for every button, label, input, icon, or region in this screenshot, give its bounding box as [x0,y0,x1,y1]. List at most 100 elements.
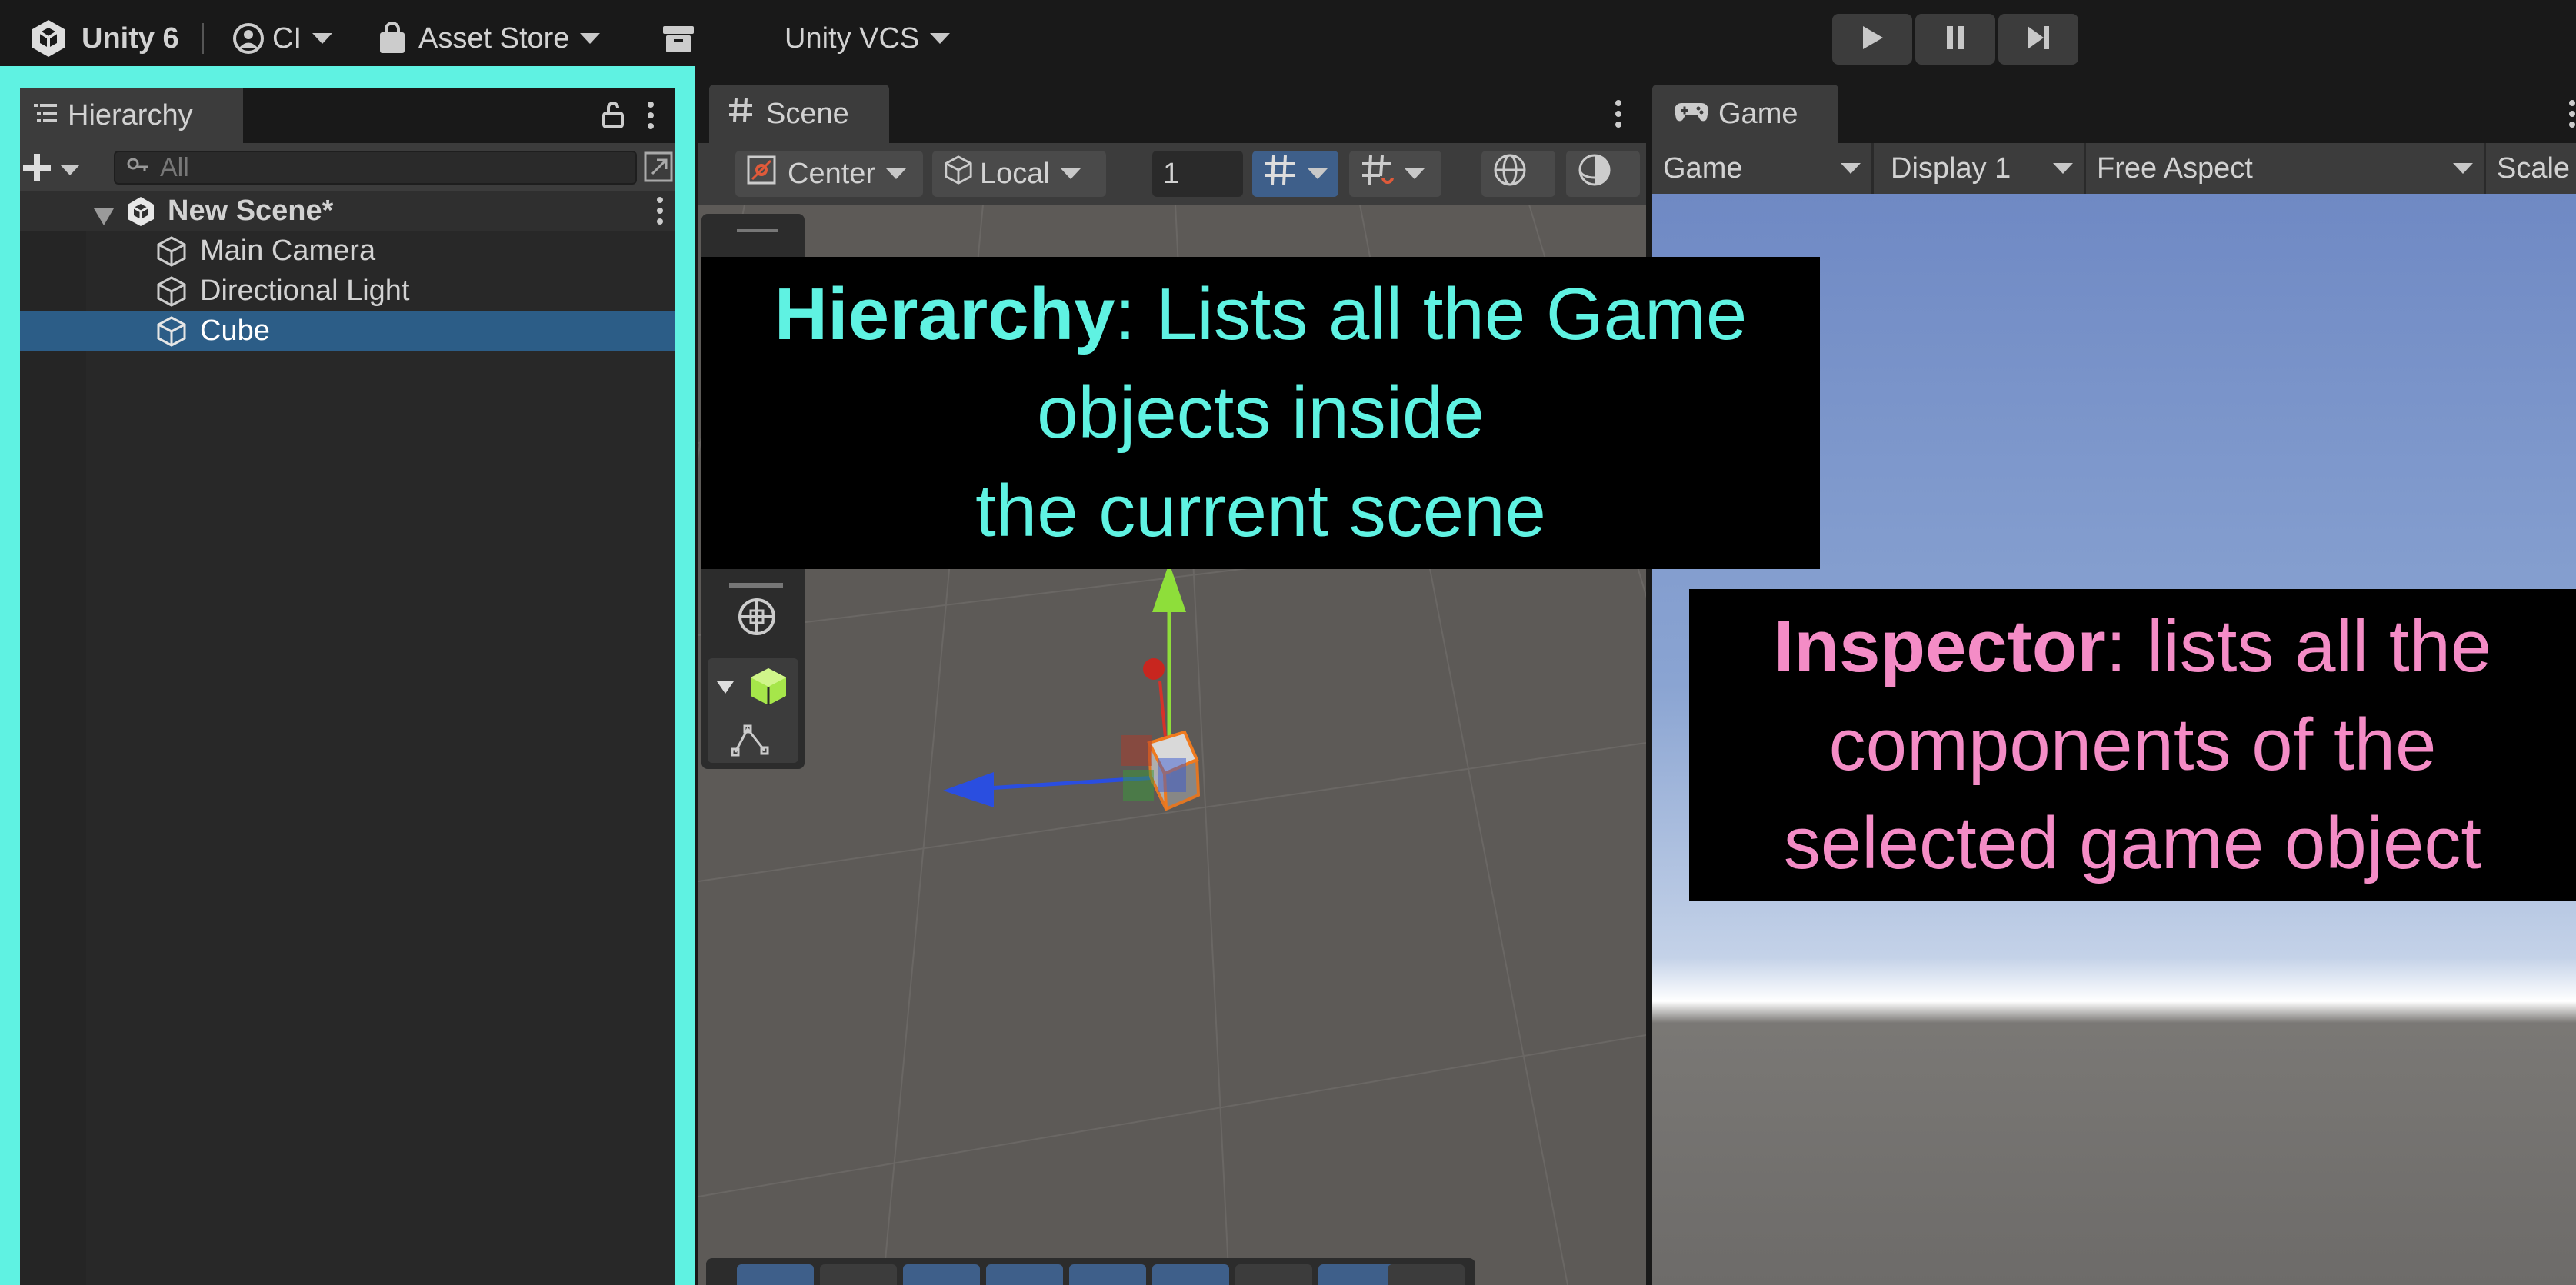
hierarchy-tab-label: Hierarchy [68,98,193,131]
shading-mode-button[interactable] [1566,151,1640,197]
vcs-label: Unity VCS [785,22,920,55]
cube-outline-icon [943,155,974,193]
edit-path-icon[interactable] [731,721,769,761]
kebab-menu-icon[interactable] [646,100,655,135]
step-icon [2025,25,2051,55]
hierarchy-panel: Hierarchy All New Scene* Main Camera Dir… [20,88,675,1285]
hierarchy-callout-line1: : Lists all the Game [1115,273,1748,355]
tab-hierarchy[interactable]: Hierarchy [20,88,243,143]
hierarchy-callout-line3: the current scene [975,470,1546,552]
pivot-rotation-dropdown[interactable]: Local [932,151,1106,197]
asset-store-label: Asset Store [418,22,570,55]
chevron-down-icon [1060,168,1081,179]
asset-store-dropdown[interactable]: Asset Store [377,17,601,60]
audio-tool-button[interactable] [1235,1264,1312,1285]
scene-bottom-toolbar [706,1258,1475,1285]
object-label: Directional Light [200,274,410,307]
chevron-down-icon [1841,163,1861,174]
orbit-tool-button[interactable] [1069,1264,1146,1285]
game-view-mode-dropdown[interactable]: Game [1652,143,1874,194]
archive-icon [661,23,695,54]
grid-visibility-button[interactable] [1252,151,1338,197]
inspector-callout: Inspector: lists all the components of t… [1689,589,2576,901]
scale-slider[interactable]: Scale [2486,143,2576,194]
drag-handle[interactable] [737,229,778,232]
camera-tool-button[interactable] [1388,1264,1465,1285]
kebab-menu-icon[interactable] [1614,98,1623,133]
hierarchy-tree: New Scene* Main Camera Directional Light… [20,191,675,351]
search-placeholder: All [160,152,189,182]
kebab-menu-icon[interactable] [2568,98,2576,133]
cube-outline-icon [155,315,188,355]
cube-icon[interactable] [748,666,789,711]
add-object-button[interactable] [22,152,80,187]
pause-button[interactable] [1915,14,1995,65]
rect-select-button[interactable] [820,1264,897,1285]
view-mode-label: Game [1663,151,1743,185]
search-icon [126,153,149,183]
snap-settings-button[interactable] [1349,151,1441,197]
pivot-mode-dropdown[interactable]: Center [735,151,923,197]
hierarchy-callout-title: Hierarchy [774,273,1115,355]
play-button[interactable] [1832,14,1912,65]
chevron-down-icon [2453,163,2473,174]
expand-triangle-icon[interactable] [92,201,115,235]
chevron-down-icon [312,33,332,44]
transform-tool-icon[interactable] [735,595,778,642]
hierarchy-tab-bar: Hierarchy [20,88,675,143]
scene-tab-bar: Scene [698,77,1646,143]
archive-button[interactable] [661,17,695,60]
kebab-menu-icon[interactable] [655,195,665,234]
chevron-down-icon [60,164,80,175]
chevron-down-icon [580,33,601,44]
game-tab-label: Game [1718,97,1798,130]
step-button[interactable] [1998,14,2078,65]
play-icon [1860,25,1885,55]
unity-vcs-dropdown[interactable]: Unity VCS [785,17,951,60]
scale-label: Scale [2497,151,2571,185]
display-dropdown[interactable]: Display 1 [1874,143,2086,194]
grid-size-input[interactable]: 1 [1152,151,1243,197]
lock-icon[interactable] [602,100,625,133]
chevron-down-icon[interactable] [715,680,735,699]
move-tool-button[interactable] [737,1264,814,1285]
grid-tool-button[interactable] [986,1264,1063,1285]
tab-game[interactable]: Game [1652,85,1838,143]
pause-icon [1944,25,1966,55]
lighting-tool-button[interactable] [1152,1264,1229,1285]
inspector-callout-line3: selected game object [1783,802,2482,884]
hierarchy-item-cube[interactable]: Cube [20,311,675,351]
scene-root-row[interactable]: New Scene* [20,191,675,231]
cube-outline-icon [155,275,188,315]
pivot-rotation-label: Local [980,157,1050,190]
chevron-down-icon [1308,168,1328,179]
account-icon [232,22,265,55]
aspect-dropdown[interactable]: Free Aspect [2086,143,2486,194]
fx-tool-button[interactable] [1318,1264,1395,1285]
toolbar-separator [202,23,204,54]
grid-size-value: 1 [1163,157,1180,190]
shopping-bag-icon [377,22,408,55]
hierarchy-item-directional-light[interactable]: Directional Light [20,271,675,311]
hierarchy-item-main-camera[interactable]: Main Camera [20,231,675,271]
inspector-callout-line2: components of the [1828,704,2437,786]
hierarchy-callout: Hierarchy: Lists all the Game objects in… [701,257,1820,569]
hierarchy-search-input[interactable]: All [114,151,637,185]
rect-tool-button[interactable] [729,583,783,588]
main-toolbar: Unity 6 CI Asset Store Unity VCS [0,0,2576,77]
unity-menu-button[interactable]: Unity 6 [28,17,179,60]
inspector-callout-line1: : lists all the [2105,605,2492,687]
pivot-center-icon [746,155,777,193]
chevron-down-icon [1405,168,1425,179]
object-label: Main Camera [200,234,376,267]
open-scene-window-icon[interactable] [643,151,674,187]
account-dropdown[interactable]: CI [232,17,332,60]
hierarchy-toolbar: All [20,143,675,191]
layout-tool-button[interactable] [903,1264,980,1285]
tab-scene[interactable]: Scene [709,85,889,143]
grid-hash-icon [1263,153,1297,195]
display-label: Display 1 [1891,151,2011,185]
sphere-shaded-icon [1577,152,1612,195]
draw-mode-button[interactable] [1481,151,1555,197]
hierarchy-callout-line2: objects inside [1037,371,1485,454]
